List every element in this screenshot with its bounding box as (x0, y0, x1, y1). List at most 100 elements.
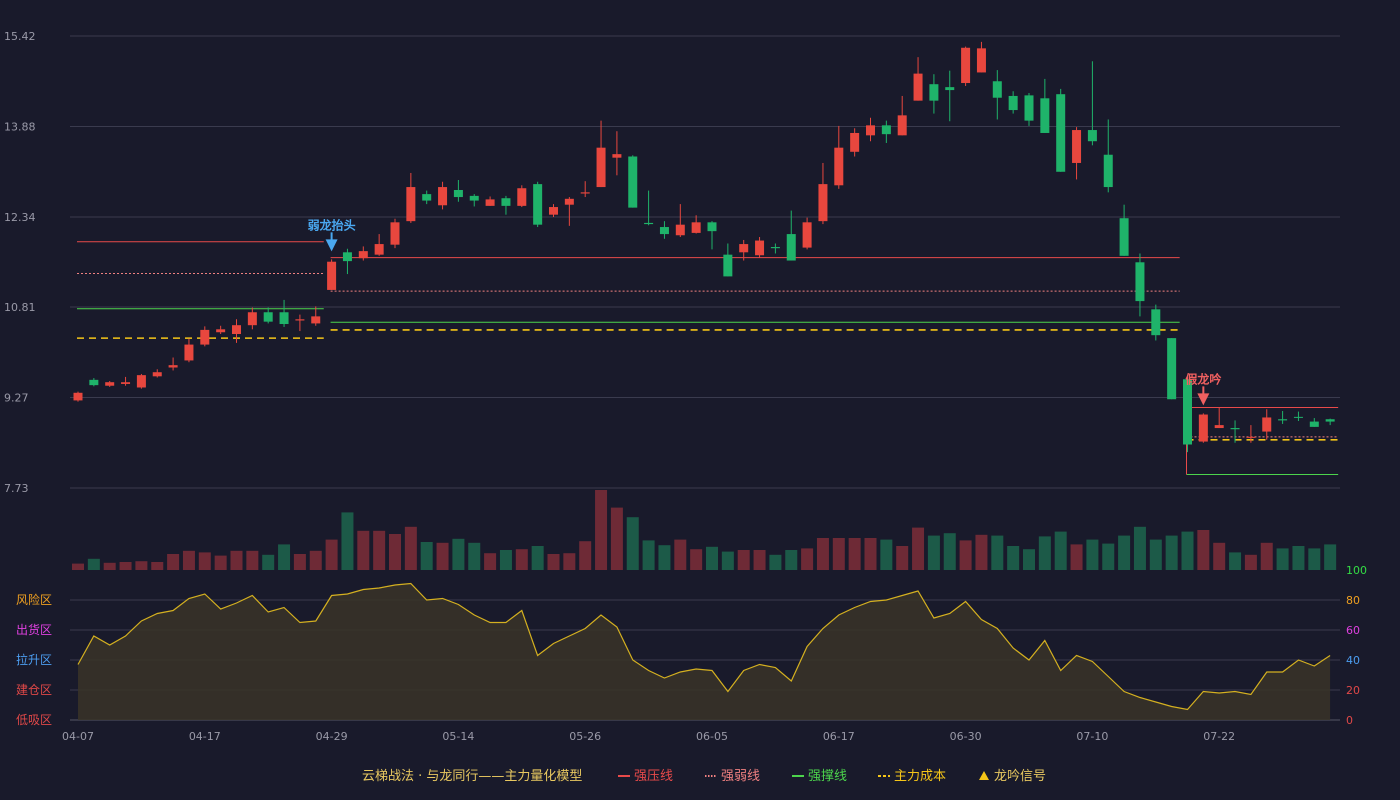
candle-body (295, 319, 305, 321)
volume-bar (690, 549, 703, 570)
volume-bar (1038, 536, 1051, 570)
candle-body (866, 125, 875, 136)
candle-body (1293, 416, 1303, 418)
volume-bar (547, 554, 560, 570)
candle-body (1087, 130, 1097, 142)
volume-bar (1149, 539, 1162, 570)
volume-bar (1244, 554, 1257, 570)
oscillator-tick-label: 100 (1346, 564, 1367, 577)
candle-body (1040, 98, 1050, 133)
candle-body (897, 115, 907, 136)
zone-label: 拉升区 (16, 652, 52, 667)
volume-bar (785, 550, 798, 570)
volume-bar (1165, 535, 1178, 570)
candle-body (1151, 309, 1161, 336)
x-tick-label: 04-29 (316, 730, 348, 743)
candle-body (485, 199, 495, 206)
x-tick-label: 07-10 (1076, 730, 1108, 743)
volume-bar (674, 539, 687, 570)
candle-body (105, 382, 115, 386)
volume-bar (721, 551, 734, 570)
volume-bar (72, 563, 84, 570)
volume-bar (135, 561, 148, 570)
volume-bar (325, 539, 338, 570)
candle-body (121, 382, 131, 384)
candle-body (390, 222, 400, 245)
candle-body (1183, 379, 1192, 445)
volume-bar (816, 538, 829, 570)
candle-body (1167, 338, 1177, 400)
volume-bar (832, 538, 845, 570)
zone-label: 风险区 (16, 592, 52, 607)
candle-body (770, 247, 780, 249)
candle-body (232, 325, 241, 335)
candle-body (406, 187, 416, 222)
candle-body (501, 198, 511, 206)
candle-body (327, 261, 337, 290)
volume-bar (389, 534, 401, 570)
candle-body (216, 329, 226, 333)
volume-bar (563, 553, 576, 570)
volume-bar (198, 552, 211, 570)
oscillator-tick-label: 20 (1346, 684, 1360, 697)
candle-body (422, 194, 432, 201)
candle-body (1262, 417, 1272, 432)
x-tick-label: 06-30 (950, 730, 982, 743)
volume-bar (262, 554, 275, 570)
volume-bar (357, 530, 370, 570)
candle-body (89, 379, 99, 386)
oscillator-area (78, 583, 1331, 720)
y-tick-label: 7.73 (4, 482, 29, 495)
candle-body (596, 147, 606, 188)
candle-body (136, 375, 146, 388)
candle-body (675, 224, 685, 236)
volume-bar (1054, 531, 1067, 570)
candle-body (818, 184, 828, 222)
candle-body (1246, 436, 1256, 438)
volume-bar (1118, 535, 1131, 570)
volume-bar (341, 512, 354, 570)
volume-bar (848, 538, 861, 570)
x-tick-label: 06-05 (696, 730, 728, 743)
volume-bar (1007, 546, 1020, 570)
volume-bar (1276, 548, 1289, 570)
volume-bar (373, 530, 386, 570)
candle-body (184, 344, 194, 361)
candle-body (1278, 419, 1288, 421)
volume-bar (531, 546, 544, 570)
legend-item-label: 强弱线 (721, 769, 760, 784)
candle-body (707, 222, 717, 232)
volume-bar (927, 535, 940, 570)
volume-bar (167, 554, 180, 570)
zone-label: 出货区 (16, 622, 52, 637)
candle-body (723, 254, 733, 277)
volume-bar (626, 517, 639, 570)
candle-body (913, 73, 923, 101)
x-tick-label: 05-14 (442, 730, 474, 743)
y-tick-label: 12.34 (4, 211, 36, 224)
oscillator-tick-label: 0 (1346, 714, 1353, 727)
candle-body (644, 222, 654, 225)
legend-item-label: 强压线 (634, 769, 673, 784)
candle-body (342, 252, 352, 262)
volume-bar (610, 507, 623, 570)
candle-body (961, 47, 971, 84)
volume-bar (1308, 548, 1321, 570)
candle-body (279, 312, 289, 325)
candle-body (691, 222, 701, 233)
volume-bar (404, 526, 417, 570)
volume-bar (579, 541, 592, 570)
volume-bar (658, 545, 671, 570)
candle-body (1119, 218, 1129, 256)
volume-bar (595, 490, 608, 570)
volume-bar (278, 544, 291, 570)
candle-body (992, 81, 1002, 98)
x-tick-label: 06-17 (823, 730, 855, 743)
legend-item-label: 龙吟信号 (994, 768, 1046, 784)
volume-bar (309, 550, 322, 570)
oscillator-tick-label: 40 (1346, 654, 1360, 667)
volume-bar (943, 533, 956, 570)
y-tick-label: 15.42 (4, 30, 36, 43)
candle-body (358, 251, 368, 259)
volume-bar (151, 562, 164, 570)
